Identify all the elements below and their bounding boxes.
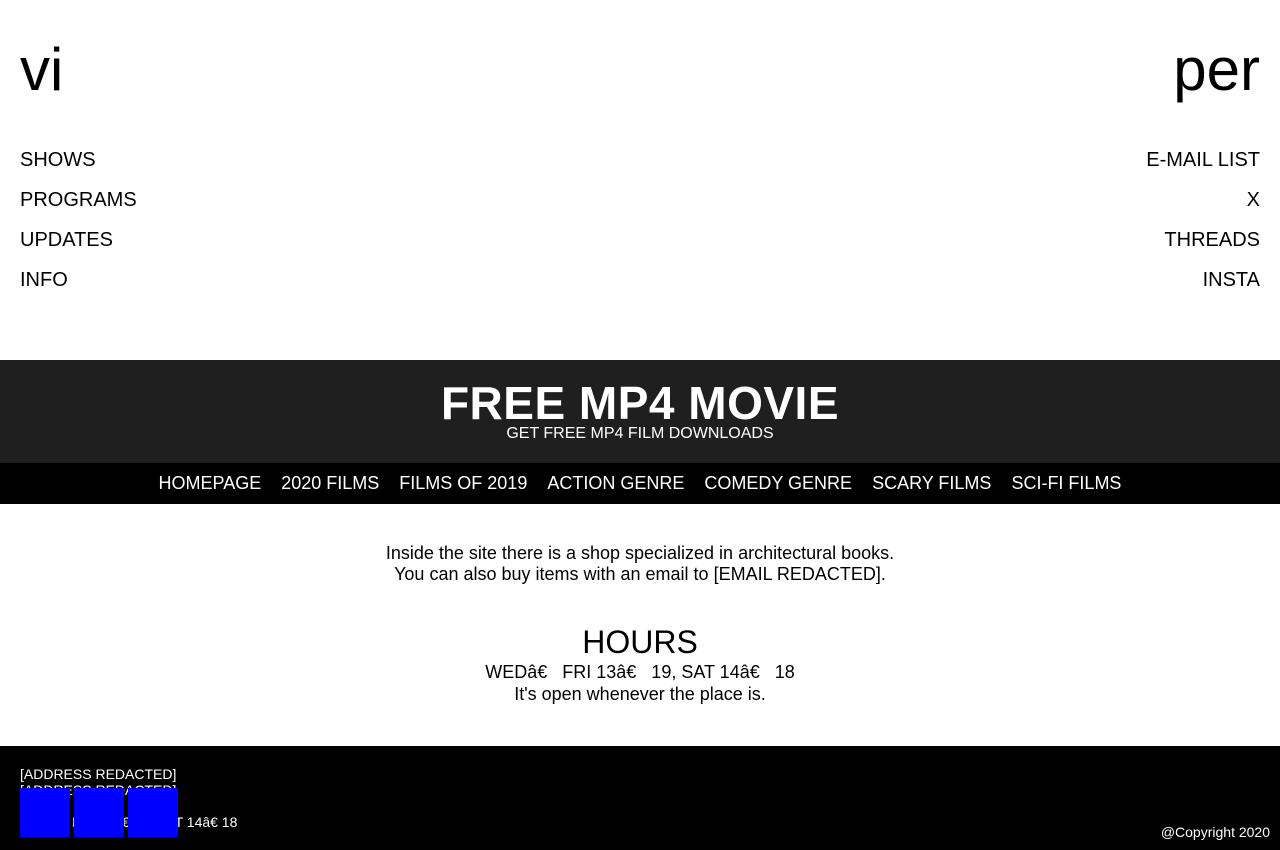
footer-address-line-1: [ADDRESS REDACTED] (20, 766, 177, 782)
menu-item-scary-films[interactable]: SCARY FILMS (872, 463, 991, 504)
nav-item-info[interactable]: INFO (20, 266, 137, 306)
nav-item-updates[interactable]: UPDATES (20, 226, 137, 266)
intro-line-1: Inside the site there is a shop speciali… (385, 543, 895, 563)
primary-nav: SHOWS PROGRAMS UPDATES INFO (20, 146, 137, 306)
social-buttons (20, 788, 178, 837)
nav-item-x[interactable]: X (1146, 186, 1260, 226)
hours-title: HOURS (582, 624, 698, 660)
hours-schedule: WEDâ€ FRI 13â€ 19, SAT 14â€ 18 (485, 662, 795, 682)
logo-right[interactable]: per (1173, 34, 1260, 106)
nav-item-shows[interactable]: SHOWS (20, 146, 137, 186)
intro-text: Inside the site there is a shop speciali… (0, 543, 1280, 585)
menu-item-sci-fi-films[interactable]: SCI-FI FILMS (1011, 463, 1121, 504)
social-button-3[interactable] (128, 788, 178, 837)
nav-item-insta[interactable]: INSTA (1146, 266, 1260, 306)
footer: [ADDRESS REDACTED] [ADDRESS REDACTED] WE… (0, 746, 1280, 850)
menu-item-homepage[interactable]: HOMEPAGE (159, 463, 262, 504)
menu-item-films-of-2019[interactable]: FILMS OF 2019 (399, 463, 527, 504)
intro-line-2: You can also buy items with an email to … (394, 564, 886, 584)
menu-item-action-genre[interactable]: ACTION GENRE (547, 463, 684, 504)
hero-banner: FREE MP4 MOVIE GET FREE MP4 FILM DOWNLOA… (0, 360, 1280, 463)
social-button-2[interactable] (74, 788, 124, 837)
menu-item-comedy-genre[interactable]: COMEDY GENRE (704, 463, 852, 504)
nav-item-email-list[interactable]: E-MAIL LIST (1146, 146, 1260, 186)
social-button-1[interactable] (20, 788, 70, 837)
nav-item-programs[interactable]: PROGRAMS (20, 186, 137, 226)
category-menu: HOMEPAGE 2020 FILMS FILMS OF 2019 ACTION… (0, 463, 1280, 504)
social-nav: E-MAIL LIST X THREADS INSTA (1146, 146, 1260, 306)
banner-subtitle: GET FREE MP4 FILM DOWNLOADS (506, 425, 774, 442)
menu-item-2020-films[interactable]: 2020 FILMS (281, 463, 379, 504)
copyright: @Copyright 2020 (1160, 824, 1270, 840)
banner-title: FREE MP4 MOVIE (440, 377, 840, 429)
logo-left[interactable]: vi (20, 34, 63, 106)
nav-item-threads[interactable]: THREADS (1146, 226, 1260, 266)
hours-note: It's open whenever the place is. (514, 684, 766, 704)
